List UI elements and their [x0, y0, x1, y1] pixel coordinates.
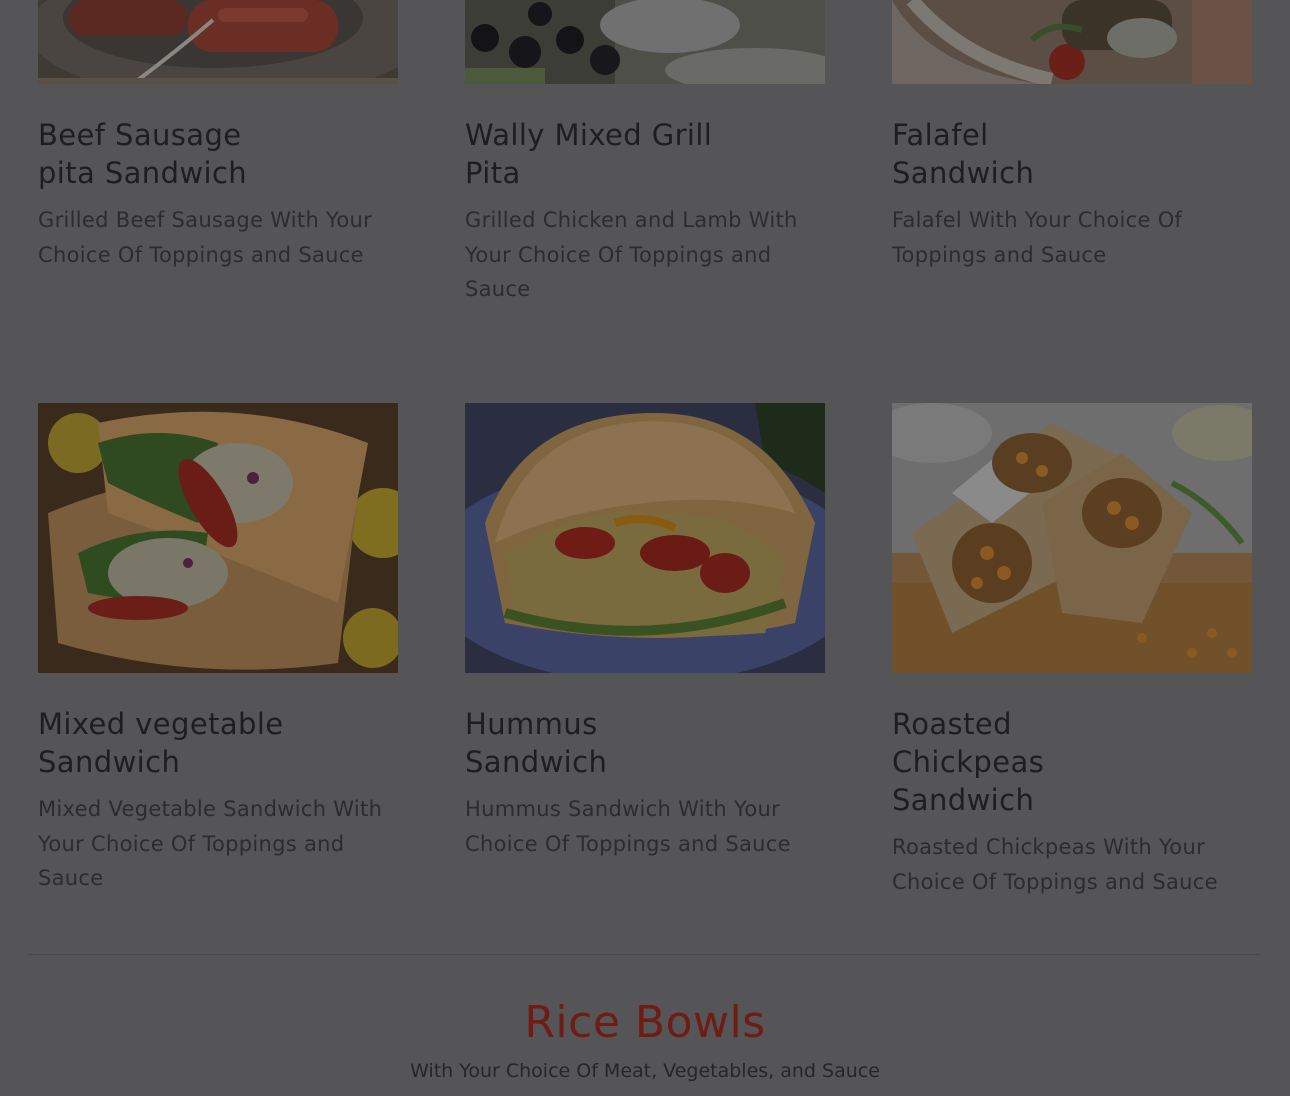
menu-card-wally-mixed-grill[interactable]: Wally Mixed Grill Pita Grilled Chicken a…: [465, 0, 825, 301]
section-subtitle: With Your Choice Of Meat, Vegetables, an…: [410, 1060, 880, 1082]
menu-item-description: Grilled Beef Sausage With Your Choice Of…: [38, 208, 373, 267]
menu-item-title: Hummus Sandwich: [465, 707, 608, 779]
menu-item-description: Falafel With Your Choice Of Toppings and…: [892, 208, 1183, 267]
menu-card-roasted-chickpeas[interactable]: Roasted Chickpeas Sandwich Roasted Chick…: [892, 403, 1252, 894]
menu-item-title: Wally Mixed Grill Pita: [465, 118, 713, 190]
menu-item-description: Mixed Vegetable Sandwich With Your Choic…: [38, 797, 383, 890]
menu-card-hummus[interactable]: Hummus Sandwich Hummus Sandwich With You…: [465, 403, 825, 856]
menu-item-title: Roasted Chickpeas Sandwich: [892, 707, 1045, 817]
menu-item-description: Roasted Chickpeas With Your Choice Of To…: [892, 835, 1218, 894]
menu-card-falafel[interactable]: Falafel Sandwich Falafel With Your Choic…: [892, 0, 1252, 267]
menu-item-title: Falafel Sandwich: [892, 118, 1035, 190]
menu-card-mixed-vegetable[interactable]: Mixed vegetable Sandwich Mixed Vegetable…: [38, 403, 398, 890]
roasted-chickpeas-sandwich-photo: [892, 403, 1252, 673]
hummus-sandwich-photo: [465, 403, 825, 673]
menu-card-beef-sausage[interactable]: Beef Sausage pita Sandwich Grilled Beef …: [38, 0, 398, 267]
falafel-sandwich-photo: [892, 0, 1252, 84]
mixed-grill-pita-photo: [465, 0, 825, 84]
menu-item-title: Mixed vegetable Sandwich: [38, 707, 284, 779]
menu-item-description: Grilled Chicken and Lamb With Your Choic…: [465, 208, 798, 301]
mixed-vegetable-sandwich-photo: [38, 403, 398, 673]
beef-sausage-photo: [38, 0, 398, 84]
section-title-rice-bowls: Rice Bowls: [524, 997, 766, 1048]
menu-item-title: Beef Sausage pita Sandwich: [38, 118, 248, 190]
section-divider: [28, 954, 1260, 955]
menu-item-description: Hummus Sandwich With Your Choice Of Topp…: [465, 797, 791, 856]
